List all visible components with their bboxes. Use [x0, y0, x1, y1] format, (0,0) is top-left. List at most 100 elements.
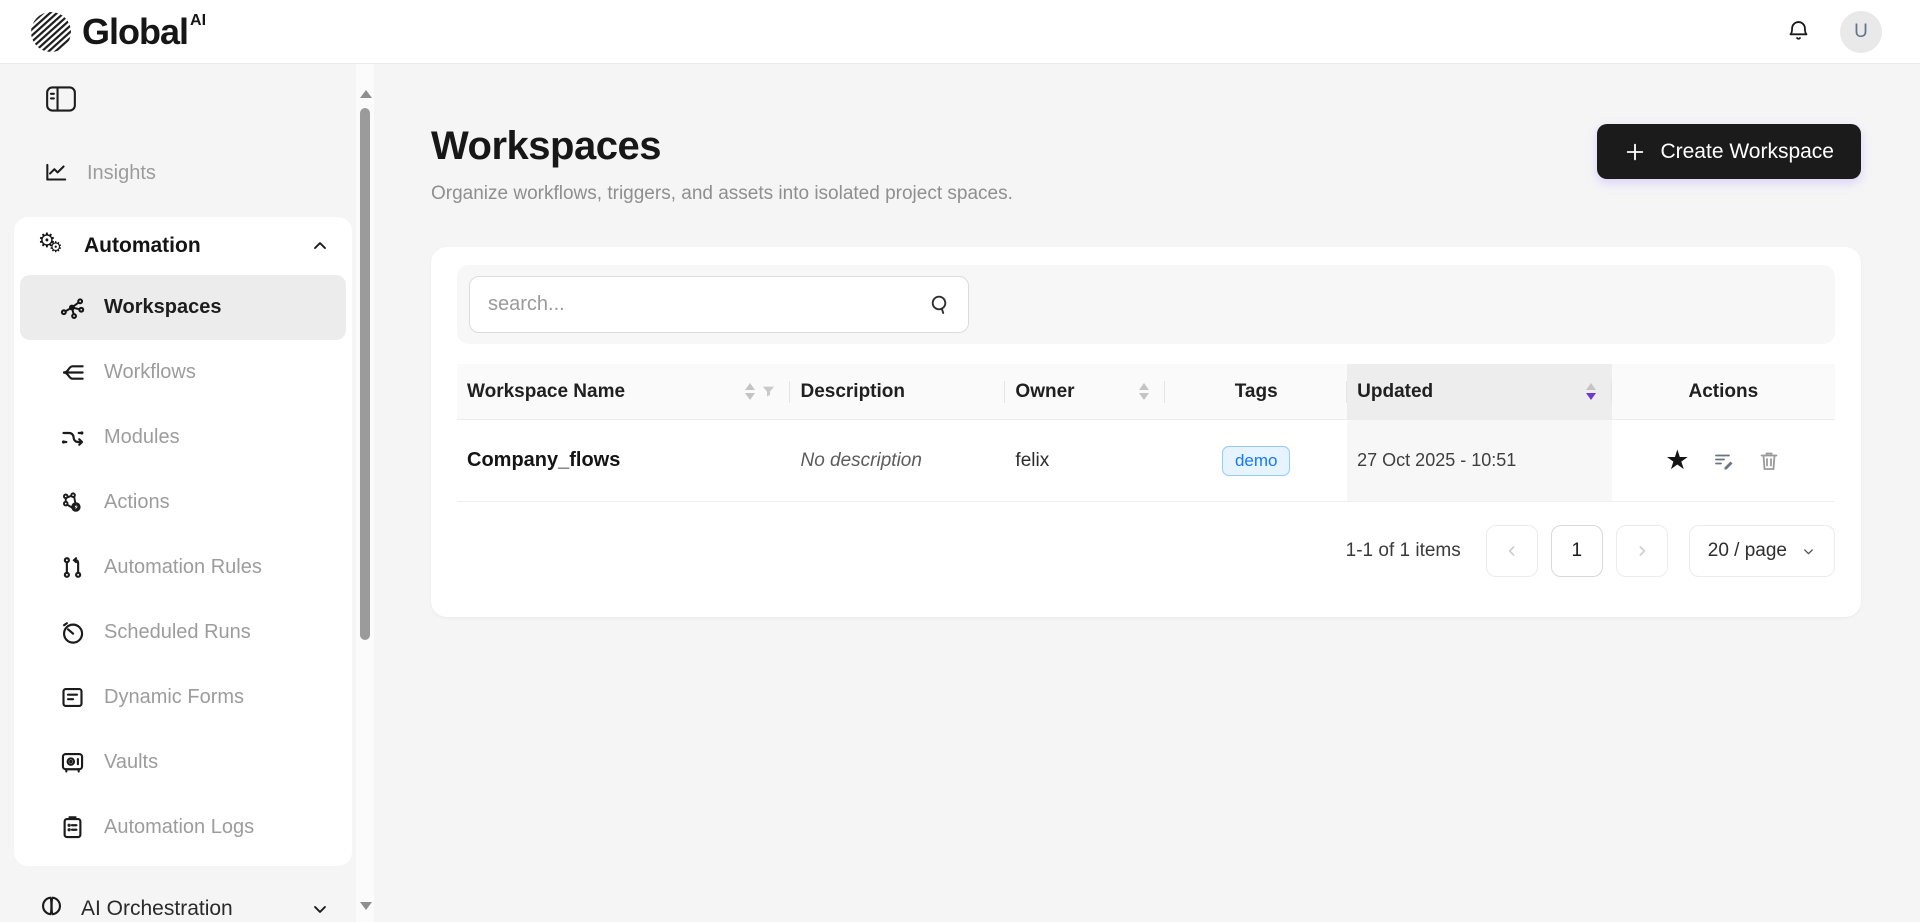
column-header-workspace-name[interactable]: Workspace Name — [457, 364, 790, 419]
column-label: Owner — [1015, 381, 1074, 403]
previous-page-button[interactable] — [1486, 525, 1538, 577]
search-icon[interactable] — [928, 293, 952, 317]
vault-icon — [58, 749, 86, 776]
globe-stripes-icon — [30, 11, 72, 53]
column-label: Updated — [1357, 381, 1433, 403]
sidebar-item-scheduled-runs[interactable]: Scheduled Runs — [20, 600, 346, 665]
favorite-star-icon[interactable]: ★ — [1665, 447, 1689, 474]
page-title: Workspaces — [431, 124, 1013, 169]
user-avatar[interactable]: U — [1840, 11, 1882, 53]
sidebar-item-dynamic-forms[interactable]: Dynamic Forms — [20, 665, 346, 730]
cell-description: No description — [790, 420, 1005, 501]
pagination: 1-1 of 1 items 1 20 / page — [457, 525, 1835, 577]
sidebar-item-label: Modules — [104, 426, 180, 449]
sidebar-item-vaults[interactable]: Vaults — [20, 730, 346, 795]
filter-funnel-icon[interactable] — [761, 384, 776, 399]
chevron-down-icon — [310, 899, 330, 919]
brand-logo: GlobalAI — [30, 11, 206, 53]
clipboard-icon — [58, 814, 86, 841]
sidebar-item-insights[interactable]: Insights — [18, 149, 352, 197]
sidebar-item-label: Workflows — [104, 361, 196, 384]
trash-icon — [1757, 449, 1781, 473]
sidebar-item-automation-rules[interactable]: Automation Rules — [20, 535, 346, 600]
edit-note-icon — [1711, 449, 1735, 473]
sort-carets-icon[interactable] — [1586, 383, 1596, 400]
form-icon — [58, 684, 86, 711]
chevron-down-icon — [1801, 544, 1816, 559]
search-section — [457, 265, 1835, 344]
column-header-description: Description — [790, 364, 1005, 419]
sidebar-item-automation[interactable]: ⚙⚙ Automation — [14, 217, 352, 275]
timer-icon — [58, 619, 86, 646]
rules-icon — [58, 554, 86, 581]
table-header-row: Workspace Name Description Owner — [457, 364, 1835, 420]
sidebar-item-label: Actions — [104, 491, 170, 514]
sidebar-group-automation: ⚙⚙ Automation — [14, 217, 352, 866]
column-header-owner[interactable]: Owner — [1005, 364, 1165, 419]
top-bar: GlobalAI U — [0, 0, 1920, 64]
search-field — [469, 276, 969, 333]
app-root: GlobalAI U — [0, 0, 1920, 922]
content-shell: Insights ⚙⚙ Automation — [0, 64, 1920, 922]
page-size-select[interactable]: 20 / page — [1689, 525, 1835, 577]
sort-carets-icon[interactable] — [1139, 383, 1149, 400]
sidebar-item-label: Dynamic Forms — [104, 686, 244, 709]
sidebar-item-workflows[interactable]: Workflows — [20, 340, 346, 405]
merge-icon — [58, 359, 86, 386]
sidebar-item-workspaces[interactable]: Workspaces — [20, 275, 346, 340]
page-subtitle: Organize workflows, triggers, and assets… — [431, 183, 1013, 205]
pagination-summary: 1-1 of 1 items — [1346, 540, 1461, 562]
chevron-left-icon — [1504, 543, 1520, 559]
table-row[interactable]: Company_flows No description felix demo … — [457, 420, 1835, 502]
sidebar-item-label: AI Orchestration — [81, 897, 233, 921]
brand-suffix: AI — [190, 12, 206, 29]
tag-badge: demo — [1222, 446, 1291, 476]
sort-carets-icon[interactable] — [745, 383, 755, 400]
sidebar-item-label: Automation — [84, 234, 201, 258]
sidebar-item-label: Insights — [87, 162, 156, 185]
delete-button[interactable] — [1757, 449, 1781, 473]
cell-actions: ★ — [1612, 420, 1835, 501]
notifications-button[interactable] — [1785, 18, 1812, 45]
sidebar-item-automation-logs[interactable]: Automation Logs — [20, 795, 346, 860]
network-hub-icon — [58, 294, 86, 321]
column-header-updated[interactable]: Updated — [1347, 364, 1612, 419]
page-size-value: 20 / page — [1708, 540, 1787, 562]
workspaces-table: Workspace Name Description Owner — [457, 364, 1835, 502]
sidebar-item-actions[interactable]: Actions — [20, 470, 346, 535]
sidebar-scrollbar[interactable] — [356, 64, 374, 922]
brand-name: Global — [82, 11, 188, 52]
chevron-right-icon — [1634, 543, 1650, 559]
edit-button[interactable] — [1711, 449, 1735, 473]
column-label: Tags — [1235, 381, 1278, 403]
cell-owner: felix — [1005, 420, 1165, 501]
workspaces-card: Workspace Name Description Owner — [431, 247, 1861, 617]
create-workspace-button[interactable]: Create Workspace — [1597, 124, 1861, 179]
cell-updated: 27 Oct 2025 - 10:51 — [1347, 420, 1612, 501]
sidebar-collapse-button[interactable] — [46, 86, 76, 115]
sidebar-item-label: Automation Rules — [104, 556, 262, 579]
sidebar-item-label: Scheduled Runs — [104, 621, 251, 644]
bell-icon — [1785, 18, 1812, 45]
avatar-initial: U — [1854, 21, 1868, 43]
column-header-actions: Actions — [1612, 364, 1835, 419]
scrollbar-thumb[interactable] — [360, 108, 370, 640]
cell-tags: demo — [1165, 420, 1347, 501]
gears-icon: ⚙⚙ — [38, 231, 68, 261]
page-number-button[interactable]: 1 — [1551, 525, 1603, 577]
scroll-up-arrow-icon[interactable] — [360, 90, 372, 98]
column-label: Actions — [1688, 381, 1758, 403]
next-page-button[interactable] — [1616, 525, 1668, 577]
create-workspace-label: Create Workspace — [1660, 140, 1834, 164]
sidebar-item-ai-orchestration[interactable]: AI Orchestration — [14, 886, 352, 922]
sidebar: Insights ⚙⚙ Automation — [0, 64, 374, 922]
topbar-actions: U — [1785, 11, 1882, 53]
search-input[interactable] — [488, 293, 928, 316]
sidebar-item-modules[interactable]: Modules — [20, 405, 346, 470]
cell-workspace-name[interactable]: Company_flows — [457, 420, 790, 501]
sidebar-item-label: Vaults — [104, 751, 158, 774]
line-chart-icon — [43, 160, 69, 186]
page-header-text: Workspaces Organize workflows, triggers,… — [431, 124, 1013, 205]
swap-icon — [58, 424, 86, 451]
scroll-down-arrow-icon[interactable] — [360, 902, 372, 910]
